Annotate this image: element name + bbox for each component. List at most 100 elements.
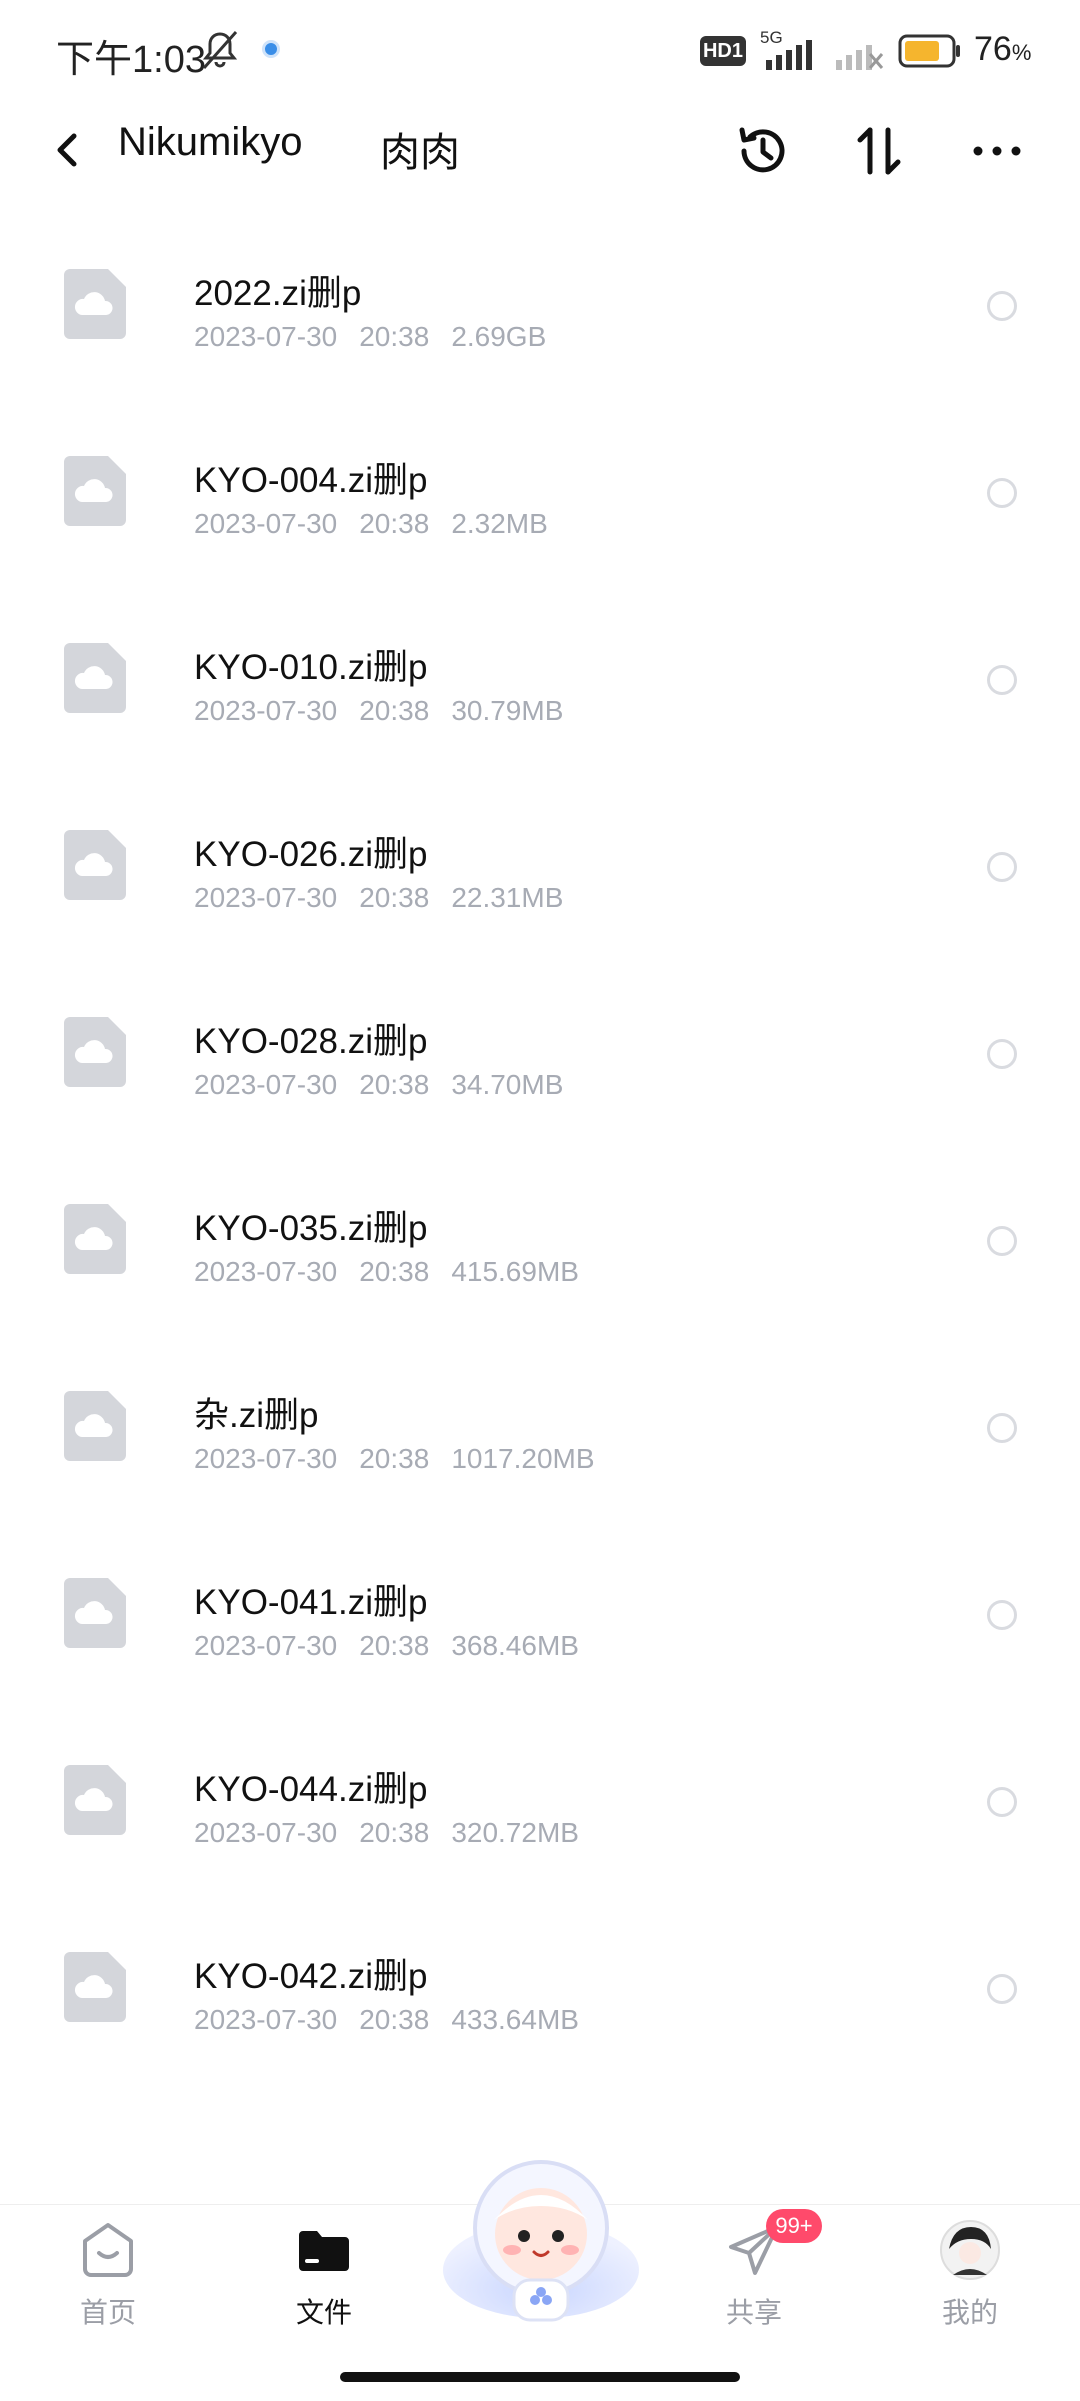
file-meta: 2023-07-30 20:38 2.69GB	[194, 321, 568, 353]
home-indicator[interactable]	[340, 2372, 740, 2382]
file-time: 20:38	[359, 882, 430, 913]
file-row[interactable]: 杂.zi删p 2023-07-30 20:38 1017.20MB	[0, 1329, 1080, 1516]
file-date: 2023-07-30	[194, 1069, 338, 1100]
file-meta: 2023-07-30 20:38 1017.20MB	[194, 1443, 617, 1475]
signal-icon	[766, 40, 812, 70]
select-checkbox[interactable]	[987, 1039, 1017, 1069]
file-time: 20:38	[359, 508, 430, 539]
file-date: 2023-07-30	[194, 882, 338, 913]
file-size: 433.64MB	[451, 2004, 579, 2035]
file-row[interactable]: KYO-026.zi删p 2023-07-30 20:38 22.31MB	[0, 768, 1080, 955]
mute-bell-icon	[202, 31, 238, 69]
file-name: KYO-004.zi删p	[194, 461, 428, 500]
cloud-file-icon	[64, 1952, 126, 2022]
cloud-file-icon	[64, 456, 126, 526]
nav-share-label: 共享	[725, 2297, 782, 2328]
file-meta: 2023-07-30 20:38 22.31MB	[194, 882, 585, 914]
file-time: 20:38	[359, 695, 430, 726]
nav-home[interactable]: 首页	[38, 2219, 178, 2339]
file-date: 2023-07-30	[194, 321, 338, 352]
file-time: 20:38	[359, 1069, 430, 1100]
file-row[interactable]: KYO-004.zi删p 2023-07-30 20:38 2.32MB	[0, 394, 1080, 581]
select-checkbox[interactable]	[987, 852, 1017, 882]
file-name: KYO-042.zi删p	[194, 1957, 428, 1996]
file-date: 2023-07-30	[194, 1630, 338, 1661]
select-checkbox[interactable]	[987, 665, 1017, 695]
more-icon[interactable]	[966, 120, 1028, 182]
file-size: 34.70MB	[451, 1069, 564, 1100]
file-date: 2023-07-30	[194, 1256, 338, 1287]
file-row[interactable]: 2023-07-3020:38556.48MB	[0, 200, 1080, 207]
file-time: 20:38	[359, 2004, 430, 2035]
status-time: 下午1:03	[56, 39, 206, 81]
file-date: 2023-07-30	[194, 695, 338, 726]
cloud-file-icon	[64, 1578, 126, 1648]
file-meta: 2023-07-30 20:38 368.46MB	[194, 1630, 601, 1662]
file-time: 20:38	[359, 1256, 430, 1287]
file-list[interactable]: 2023-07-3020:38556.48MB 2022.zi删p 2023-07-…	[0, 200, 1080, 2184]
select-checkbox[interactable]	[987, 291, 1017, 321]
select-checkbox[interactable]	[987, 1413, 1017, 1443]
location-dot-icon	[262, 40, 280, 58]
file-name: 杂.zi删p	[194, 1396, 319, 1435]
file-date: 2023-07-30	[194, 1817, 338, 1848]
cloud-file-icon	[64, 1204, 126, 1274]
share-badge: 99+	[766, 2209, 822, 2243]
file-row[interactable]: KYO-041.zi删p 2023-07-30 20:38 368.46MB	[0, 1516, 1080, 1703]
file-row[interactable]: KYO-028.zi删p 2023-07-30 20:38 34.70MB	[0, 955, 1080, 1142]
cloud-file-icon	[64, 1391, 126, 1461]
nav-home-label: 首页	[79, 2297, 136, 2328]
file-time: 20:38	[359, 1443, 430, 1474]
file-name: 2022.zi删p	[194, 274, 362, 313]
status-bar: 下午1:03 HD1 5G 76%	[0, 0, 1080, 100]
file-date: 2023-07-30	[194, 2004, 338, 2035]
select-checkbox[interactable]	[987, 1600, 1017, 1630]
select-checkbox[interactable]	[987, 1974, 1017, 2004]
file-name: KYO-044.zi删p	[194, 1770, 428, 1809]
file-meta: 2023-07-30 20:38 34.70MB	[194, 1069, 585, 1101]
file-meta: 2023-07-30 20:38 2.32MB	[194, 508, 570, 540]
nav-share[interactable]: 共享 99+	[684, 2209, 824, 2339]
file-name: KYO-026.zi删p	[194, 835, 428, 874]
battery-icon	[898, 34, 960, 68]
file-size: 30.79MB	[451, 695, 564, 726]
file-time: 20:38	[359, 1817, 430, 1848]
folder-icon	[299, 2231, 349, 2271]
sort-icon[interactable]	[848, 120, 910, 182]
file-name: KYO-035.zi删p	[194, 1209, 428, 1248]
select-checkbox[interactable]	[987, 1226, 1017, 1256]
nav-mine[interactable]: 我的	[900, 2219, 1040, 2339]
file-size: 368.46MB	[451, 1630, 579, 1661]
file-row[interactable]: 2022.zi删p 2023-07-30 20:38 2.69GB	[0, 207, 1080, 394]
header: Nikumikyo 肉肉	[0, 100, 1080, 200]
file-row[interactable]: KYO-044.zi删p 2023-07-30 20:38 320.72MB	[0, 1703, 1080, 1890]
assistant-mascot-icon[interactable]	[436, 2150, 646, 2328]
select-checkbox[interactable]	[987, 1787, 1017, 1817]
file-row[interactable]: KYO-010.zi删p 2023-07-30 20:38 30.79MB	[0, 581, 1080, 768]
nav-files[interactable]: 文件	[254, 2219, 394, 2339]
history-icon[interactable]	[732, 120, 794, 182]
file-name: KYO-028.zi删p	[194, 1022, 428, 1061]
file-size: 1017.20MB	[451, 1443, 595, 1474]
folder-subtitle: 肉肉	[380, 131, 460, 175]
signal-2-icon	[836, 45, 884, 70]
file-meta: 2023-07-30 20:38 415.69MB	[194, 1256, 601, 1288]
file-date: 2023-07-30	[194, 1443, 338, 1474]
file-row[interactable]: KYO-035.zi删p 2023-07-30 20:38 415.69MB	[0, 1142, 1080, 1329]
cloud-file-icon	[64, 830, 126, 900]
file-meta: 2023-07-30 20:38 30.79MB	[194, 695, 585, 727]
select-checkbox[interactable]	[987, 478, 1017, 508]
file-row[interactable]: KYO-042.zi删p 2023-07-30 20:38 433.64MB	[0, 1890, 1080, 2077]
nav-files-label: 文件	[295, 2297, 352, 2328]
file-size: 415.69MB	[451, 1256, 579, 1287]
file-size: 2.69GB	[451, 321, 547, 352]
file-size: 2.32MB	[451, 508, 548, 539]
back-icon[interactable]	[40, 122, 96, 178]
nav-mine-label: 我的	[941, 2297, 998, 2328]
file-name: KYO-010.zi删p	[194, 648, 428, 687]
file-meta: 2023-07-30 20:38 320.72MB	[194, 1817, 601, 1849]
file-date: 2023-07-30	[194, 508, 338, 539]
avatar	[940, 2220, 1000, 2280]
battery-percent: 76%	[974, 30, 1032, 68]
file-time: 20:38	[359, 321, 430, 352]
